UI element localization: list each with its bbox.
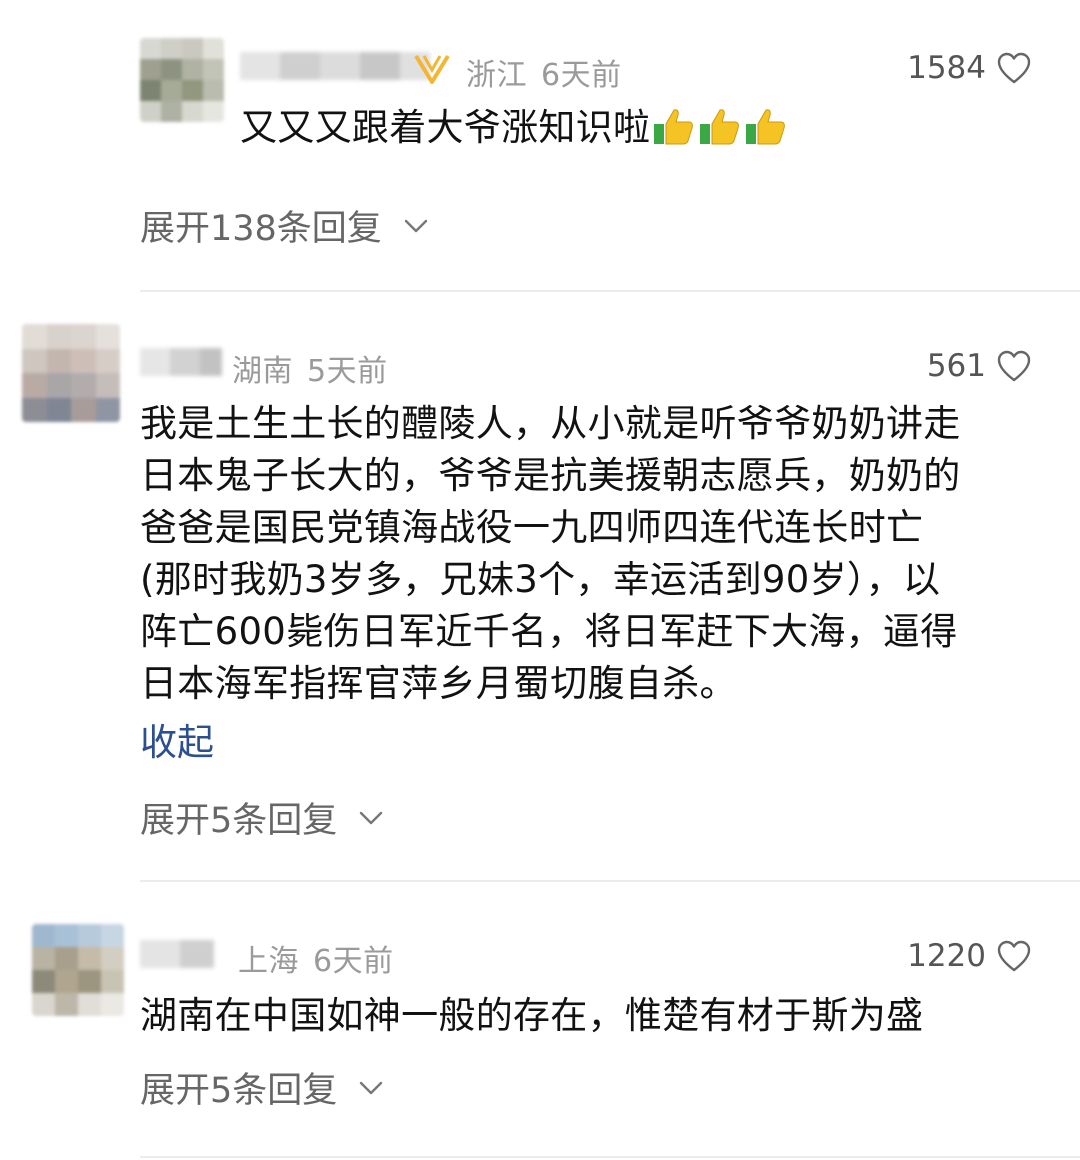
expand-replies-label: 展开5条回复 bbox=[140, 1071, 338, 1111]
like-button[interactable]: 561 bbox=[927, 348, 1032, 384]
comment-meta: 浙江 6天前 bbox=[466, 50, 622, 94]
avatar[interactable] bbox=[140, 38, 224, 122]
username-blurred[interactable] bbox=[140, 348, 222, 376]
expand-replies-button[interactable]: 展开5条回复 bbox=[140, 1062, 383, 1113]
comment-text-content: 又又又跟着大爷涨知识啦 bbox=[240, 106, 651, 149]
comment-text: 湖南在中国如神一般的存在，惟楚有材于斯为盛 bbox=[140, 994, 924, 1037]
like-count: 561 bbox=[926, 348, 986, 384]
location-label: 浙江 bbox=[466, 58, 527, 93]
like-count: 1584 bbox=[907, 50, 986, 86]
chevron-down-icon bbox=[404, 219, 428, 232]
chevron-down-icon bbox=[360, 1081, 383, 1094]
heart-outline-icon bbox=[997, 940, 1031, 972]
expand-replies-button[interactable]: 展开138条回复 bbox=[140, 200, 428, 251]
expand-replies-label: 展开5条回复 bbox=[140, 801, 338, 841]
comment-item: 上海 6天前 1220 湖南在中国如神一般的存在，惟楚有材于斯为盛 展开5条回复 bbox=[0, 882, 1080, 1152]
comment-text: 又又又跟着大爷涨知识啦 bbox=[240, 102, 1040, 154]
thumbs-up-icon bbox=[654, 109, 694, 145]
collapse-button[interactable]: 收起 bbox=[140, 712, 214, 766]
like-button[interactable]: 1584 bbox=[907, 50, 1032, 86]
time-label: 6天前 bbox=[541, 58, 622, 93]
emoji-thumbs-up-group bbox=[652, 106, 786, 146]
expand-replies-label: 展开138条回复 bbox=[140, 209, 382, 249]
time-label: 6天前 bbox=[313, 944, 394, 979]
time-label: 5天前 bbox=[307, 354, 388, 389]
comment-meta: 上海 6天前 bbox=[238, 936, 394, 980]
location-label: 湖南 bbox=[232, 354, 293, 389]
expand-replies-button[interactable]: 展开5条回复 bbox=[140, 792, 383, 843]
username-blurred[interactable] bbox=[140, 940, 214, 968]
comment-text: 我是土生土长的醴陵人，从小就是听爷爷奶奶讲走 日本鬼子长大的，爷爷是抗美援朝志愿… bbox=[140, 402, 961, 705]
avatar[interactable] bbox=[32, 924, 124, 1016]
vip-badge-icon bbox=[414, 54, 450, 84]
comment-item: 湖南 5天前 561 我是土生土长的醴陵人，从小就是听爷爷奶奶讲走 日本鬼子长大的… bbox=[0, 292, 1080, 880]
thumbs-up-icon bbox=[746, 109, 786, 145]
location-label: 上海 bbox=[238, 944, 299, 979]
heart-outline-icon bbox=[997, 350, 1031, 382]
avatar[interactable] bbox=[22, 324, 120, 422]
thumbs-up-icon bbox=[700, 109, 740, 145]
comment-meta: 湖南 5天前 bbox=[232, 346, 388, 390]
heart-outline-icon bbox=[997, 52, 1031, 84]
chevron-down-icon bbox=[360, 811, 383, 824]
divider bbox=[140, 1156, 1080, 1158]
like-count: 1220 bbox=[907, 938, 986, 974]
like-button[interactable]: 1220 bbox=[907, 938, 1032, 974]
username-blurred[interactable] bbox=[240, 52, 430, 80]
comment-item: 浙江 6天前 1584 又又又跟着大爷涨知识啦 展开138条回复 bbox=[0, 0, 1080, 290]
